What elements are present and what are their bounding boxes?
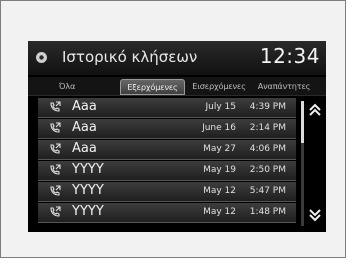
outgoing-call-icon — [50, 185, 61, 196]
caller-name: Aaa — [72, 141, 97, 156]
call-history-screen: Ιστορικό κλήσεων 12:34 Όλα Εξερχόμενες Ε… — [28, 41, 326, 232]
caller-name: YYYY — [72, 183, 104, 198]
call-time: 4:39 PM — [249, 102, 286, 112]
outgoing-call-icon — [50, 164, 61, 175]
call-date: May 12 — [203, 207, 236, 217]
outgoing-call-icon — [50, 122, 61, 133]
tab-missed[interactable]: Αναπάντητες — [253, 79, 315, 93]
page-title: Ιστορικό κλήσεων — [62, 48, 198, 66]
call-row[interactable]: YYYY May 12 1:48 PM — [38, 203, 296, 223]
call-row[interactable]: YYYY May 19 2:50 PM — [38, 161, 296, 181]
call-row[interactable]: YYYY May 12 5:47 PM — [38, 182, 296, 202]
call-time: 5:47 PM — [249, 186, 286, 196]
outgoing-call-icon — [50, 143, 61, 154]
call-date: May 19 — [203, 165, 236, 175]
phone-settings-icon — [36, 52, 47, 63]
call-row[interactable]: Aaa June 16 2:14 PM — [38, 119, 296, 139]
call-date: May 12 — [203, 186, 236, 196]
caller-name: YYYY — [72, 162, 104, 177]
call-row[interactable]: Aaa May 27 4:06 PM — [38, 140, 296, 160]
call-date: June 16 — [202, 123, 236, 133]
call-time: 1:48 PM — [249, 207, 286, 217]
double-chevron-down-icon[interactable] — [308, 208, 322, 222]
call-date: July 15 — [205, 102, 237, 112]
screen-header: Ιστορικό κλήσεων 12:34 — [28, 41, 326, 75]
caller-name: Aaa — [72, 120, 97, 135]
filter-tabs: Όλα Εξερχόμενες Εισερχόμενες Αναπάντητες — [28, 77, 326, 96]
scrollbar[interactable] — [301, 101, 304, 226]
call-time: 2:14 PM — [249, 123, 286, 133]
caller-name: YYYY — [72, 204, 104, 219]
double-chevron-up-icon[interactable] — [308, 103, 322, 117]
outgoing-call-icon — [50, 101, 61, 112]
clock: 12:34 — [259, 44, 320, 68]
figure-frame: Ιστορικό κλήσεων 12:34 Όλα Εξερχόμενες Ε… — [0, 0, 346, 258]
call-time: 4:06 PM — [249, 144, 286, 154]
tab-incoming[interactable]: Εισερχόμενες — [187, 79, 251, 93]
call-date: May 27 — [203, 144, 236, 154]
tab-outgoing[interactable]: Εξερχόμενες — [120, 79, 185, 95]
scroll-thumb[interactable] — [301, 101, 304, 143]
tab-all[interactable]: Όλα — [38, 79, 96, 93]
call-row[interactable]: Aaa July 15 4:39 PM — [38, 98, 296, 118]
outgoing-call-icon — [50, 206, 61, 217]
call-time: 2:50 PM — [249, 165, 286, 175]
caller-name: Aaa — [72, 99, 97, 114]
